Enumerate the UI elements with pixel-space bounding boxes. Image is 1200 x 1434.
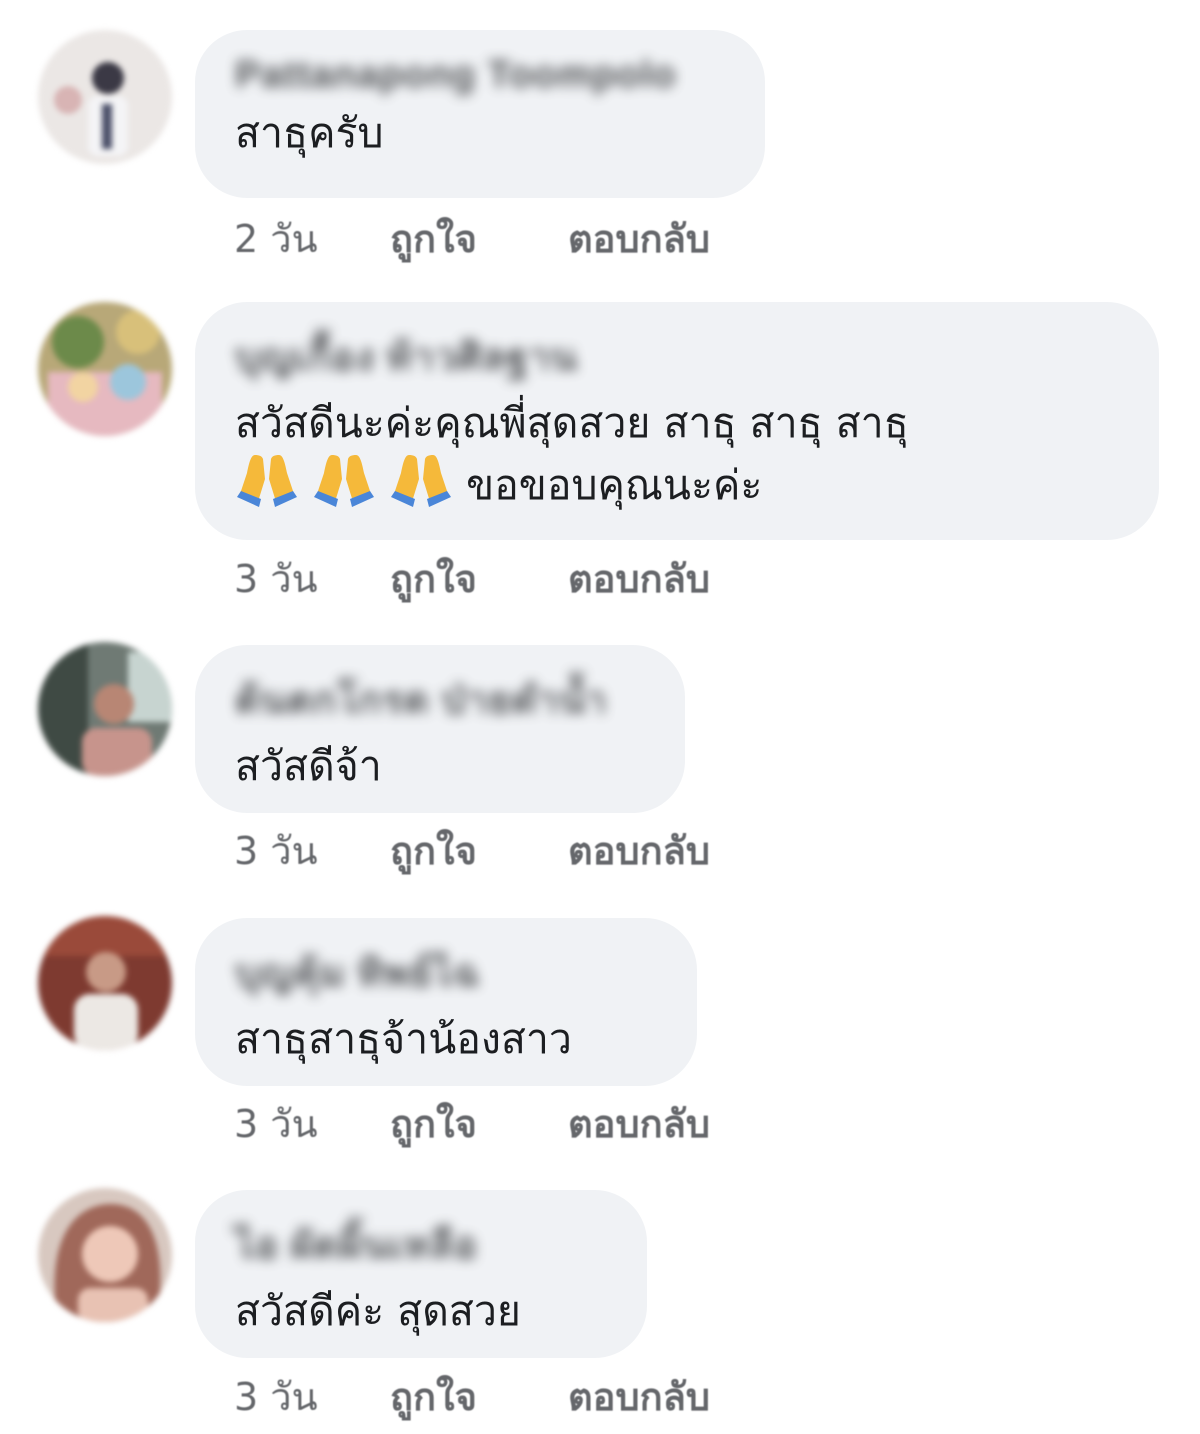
comment-bubble: บุญเกื้อง ท้าวศิลฐาน สวัสดีนะค่ะคุณพี่สุ… [195, 302, 1159, 540]
like-button[interactable]: ถูกใจ [390, 548, 477, 609]
comment-text: สวัสดีค่ะ สุดสวย [235, 1287, 521, 1335]
comment-bubble: Pattanapong Toompolo สาธุครับ [195, 30, 765, 198]
like-button[interactable]: ถูกใจ [390, 1093, 477, 1154]
comment-bubble: บุญคุ้ม ทิพย์ไฉ สาธุสาธุจ้าน้องสาว [195, 918, 697, 1086]
avatar[interactable] [38, 916, 172, 1050]
comment-text-line: ขอขอบคุณนะค่ะ [235, 453, 1119, 515]
avatar[interactable] [38, 302, 172, 436]
reply-button[interactable]: ตอบกลับ [568, 1093, 710, 1154]
author-name[interactable]: ต้นตกโกรด ป่ายดำน้ำ [235, 669, 607, 730]
comment-text: สาธุสาธุจ้าน้องสาว [235, 1015, 572, 1063]
author-name[interactable]: Pattanapong Toompolo [235, 54, 676, 97]
avatar[interactable] [38, 30, 172, 164]
author-name[interactable]: ไอ ผัดผิ้นเหลือ [235, 1214, 478, 1275]
comment-text-segment: ขอขอบคุณนะค่ะ [466, 461, 763, 509]
reply-button[interactable]: ตอบกลับ [568, 1366, 710, 1427]
comment-bubble: ต้นตกโกรด ป่ายดำน้ำ สวัสดีจ้า [195, 645, 685, 813]
avatar[interactable] [38, 1188, 172, 1322]
avatar[interactable] [38, 642, 172, 776]
author-name[interactable]: บุญคุ้ม ทิพย์ไฉ [235, 942, 480, 1003]
timestamp[interactable]: 3 วัน [234, 548, 318, 609]
folded-hands-icon [235, 455, 312, 509]
folded-hands-icon [312, 455, 389, 509]
timestamp[interactable]: 3 วัน [234, 1093, 318, 1154]
author-name[interactable]: บุญเกื้อง ท้าวศิลฐาน [235, 326, 578, 387]
comment-text: สาธุครับ [235, 109, 384, 157]
like-button[interactable]: ถูกใจ [390, 208, 477, 269]
comment-text: สวัสดีจ้า [235, 742, 382, 790]
comment-text: สวัสดีนะค่ะคุณพี่สุดสวย สาธุ สาธุ สาธุ ข… [235, 393, 1119, 515]
reply-button[interactable]: ตอบกลับ [568, 208, 710, 269]
comment-bubble: ไอ ผัดผิ้นเหลือ สวัสดีค่ะ สุดสวย [195, 1190, 647, 1358]
like-button[interactable]: ถูกใจ [390, 1366, 477, 1427]
timestamp[interactable]: 3 วัน [234, 1366, 318, 1427]
timestamp[interactable]: 2 วัน [234, 208, 318, 269]
like-button[interactable]: ถูกใจ [390, 820, 477, 881]
reply-button[interactable]: ตอบกลับ [568, 548, 710, 609]
folded-hands-icon [389, 455, 466, 509]
reply-button[interactable]: ตอบกลับ [568, 820, 710, 881]
comment-text-line: สวัสดีนะค่ะคุณพี่สุดสวย สาธุ สาธุ สาธุ [235, 399, 909, 447]
timestamp[interactable]: 3 วัน [234, 820, 318, 881]
